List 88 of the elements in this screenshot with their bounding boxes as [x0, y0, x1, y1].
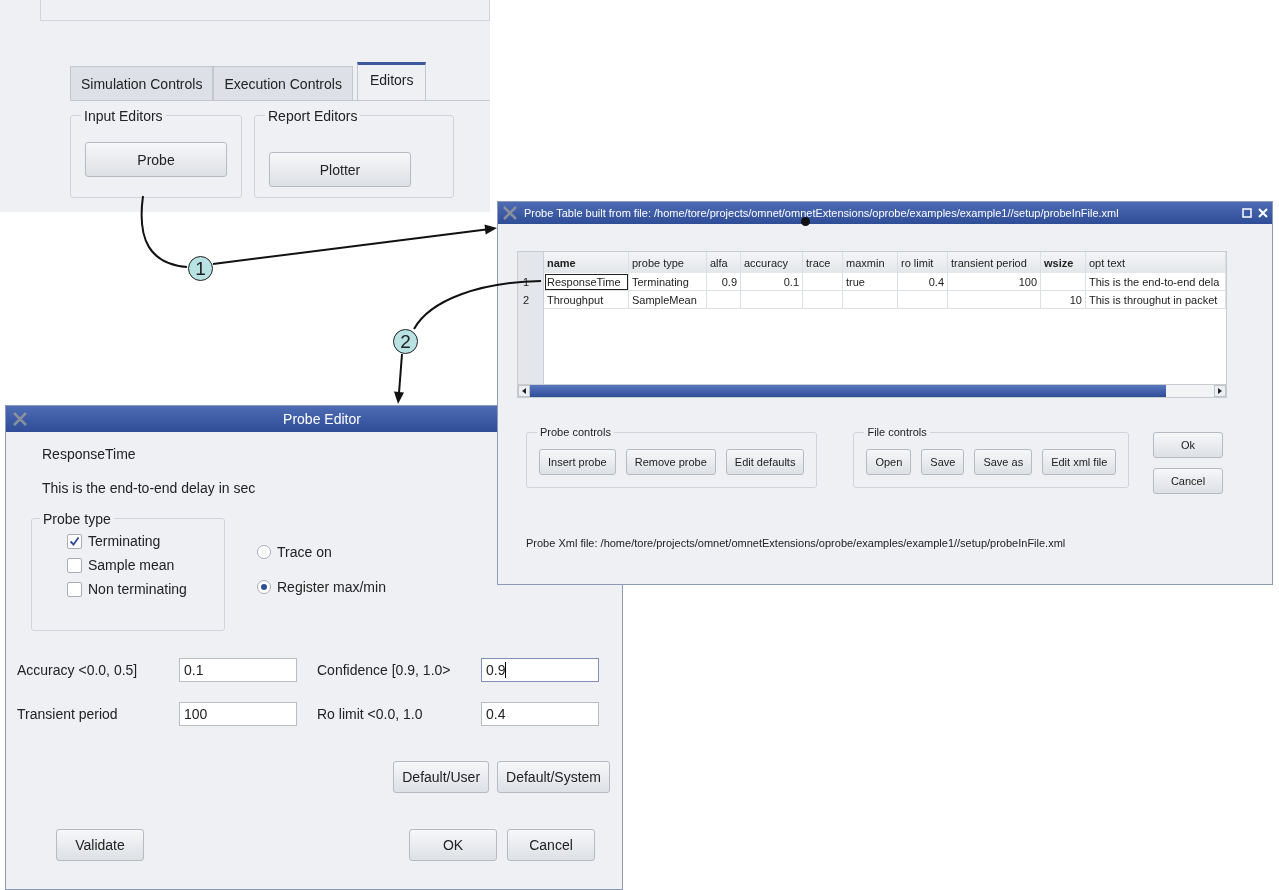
table-cell[interactable]: [707, 291, 741, 309]
table-cell[interactable]: 10: [1041, 291, 1086, 309]
checkbox-label[interactable]: Non terminating: [88, 581, 187, 597]
radio-button[interactable]: [257, 545, 271, 559]
table-cell[interactable]: [803, 273, 843, 291]
radio-label[interactable]: Trace on: [277, 544, 332, 560]
table-cell[interactable]: 0.4: [898, 273, 948, 291]
checkbox[interactable]: [67, 533, 82, 549]
table-cell[interactable]: 100: [948, 273, 1041, 291]
input-field[interactable]: 100: [179, 702, 297, 726]
dialog-button[interactable]: Cancel: [1153, 468, 1223, 494]
probe-description: This is the end-to-end delay in sec: [42, 480, 257, 496]
radio-button[interactable]: [257, 580, 271, 594]
table-cell[interactable]: [948, 291, 1041, 309]
checkbox-label[interactable]: Terminating: [88, 533, 161, 549]
file-path-label: Probe Xml file: /home/tore/projects/omnet/omnetExtensions/oprobe/examples/example1//setup/probeInFile.xml: [526, 537, 1067, 549]
column-header[interactable]: name: [544, 252, 629, 273]
dialog-button[interactable]: Ok: [1153, 432, 1223, 458]
connector-arrow: [394, 353, 404, 404]
table-cell[interactable]: This is throughut in packet: [1086, 291, 1226, 309]
field-label: Confidence [0.9, 1.0>: [317, 662, 452, 678]
dialog-button[interactable]: OK: [409, 829, 497, 861]
app-icon: [12, 411, 28, 427]
tab[interactable]: Simulation Controls: [70, 66, 214, 100]
action-button[interactable]: Remove probe: [625, 449, 716, 475]
group-title: File controls: [864, 426, 930, 438]
default-button[interactable]: Default/System: [497, 761, 610, 793]
action-button[interactable]: Edit defaults: [725, 449, 805, 475]
table-cell[interactable]: [898, 291, 948, 309]
table-cell[interactable]: true: [843, 273, 898, 291]
tab[interactable]: Editors: [356, 62, 427, 100]
field-label: Transient period: [17, 706, 119, 722]
action-button[interactable]: Save: [921, 449, 965, 475]
step-marker: 1: [188, 256, 213, 281]
action-button[interactable]: Insert probe: [539, 449, 616, 475]
column-header[interactable]: wsize: [1041, 252, 1086, 273]
dialog-button[interactable]: Cancel: [507, 829, 595, 861]
field-label: Ro limit <0.0, 1.0: [317, 706, 424, 722]
pointer-dot: [801, 217, 810, 226]
column-header[interactable]: opt text: [1086, 252, 1226, 273]
checkbox[interactable]: [67, 581, 82, 597]
tab[interactable]: Execution Controls: [213, 66, 353, 100]
maximize-icon[interactable]: [1242, 208, 1252, 218]
checkbox-label[interactable]: Sample mean: [88, 557, 175, 573]
horizontal-scrollbar[interactable]: [518, 384, 1226, 397]
group-title: Probe controls: [537, 426, 614, 438]
table-cell[interactable]: 0.1: [741, 273, 803, 291]
input-field[interactable]: 0.1: [179, 658, 297, 682]
column-header[interactable]: ro limit: [898, 252, 948, 273]
table-cell[interactable]: ResponseTime: [544, 273, 629, 291]
column-header[interactable]: transient period: [948, 252, 1041, 273]
table-cell[interactable]: SampleMean: [629, 291, 707, 309]
column-header[interactable]: accuracy: [741, 252, 803, 273]
input-field[interactable]: 0.9: [481, 658, 599, 682]
group-title: Probe type: [40, 511, 114, 527]
app-icon: [502, 205, 518, 221]
field-label: Accuracy <0.0, 0.5]: [17, 662, 139, 678]
table-cell[interactable]: [741, 291, 803, 309]
action-button[interactable]: Edit xml file: [1042, 449, 1117, 475]
scroll-right-icon[interactable]: [1217, 388, 1223, 394]
editor-button[interactable]: Plotter: [269, 152, 411, 187]
table-cell[interactable]: [803, 291, 843, 309]
table-cell[interactable]: This is the end-to-end dela: [1086, 273, 1226, 291]
group-title: Input Editors: [81, 108, 166, 124]
action-button[interactable]: Open: [866, 449, 912, 475]
column-header[interactable]: probe type: [629, 252, 707, 273]
table-cell[interactable]: 0.9: [707, 273, 741, 291]
step-marker: 2: [393, 329, 418, 354]
row-number: 2: [518, 291, 544, 309]
column-header[interactable]: trace: [803, 252, 843, 273]
column-header[interactable]: maxmin: [843, 252, 898, 273]
radio-label[interactable]: Register max/min: [277, 579, 386, 595]
close-icon[interactable]: [1258, 208, 1268, 218]
validate-button[interactable]: Validate: [56, 829, 144, 861]
window-title: Probe Editor: [282, 411, 362, 427]
action-button[interactable]: Save as: [974, 449, 1033, 475]
editor-button[interactable]: Probe: [85, 142, 227, 177]
column-header[interactable]: alfa: [707, 252, 741, 273]
checkbox[interactable]: [67, 557, 82, 573]
table-cell[interactable]: Throughput: [544, 291, 629, 309]
input-field[interactable]: 0.4: [481, 702, 599, 726]
default-button[interactable]: Default/User: [393, 761, 490, 793]
table-cell[interactable]: [1041, 273, 1086, 291]
window-title: Probe Table built from file: /home/tore/projects/omnet/omnetExtensions/oprobe/examples/example1//setup/probeInFile.xml: [524, 207, 1120, 219]
scroll-left-icon[interactable]: [521, 388, 527, 394]
group-title: Report Editors: [265, 108, 361, 124]
table-cell[interactable]: Terminating: [629, 273, 707, 291]
table-cell[interactable]: [843, 291, 898, 309]
